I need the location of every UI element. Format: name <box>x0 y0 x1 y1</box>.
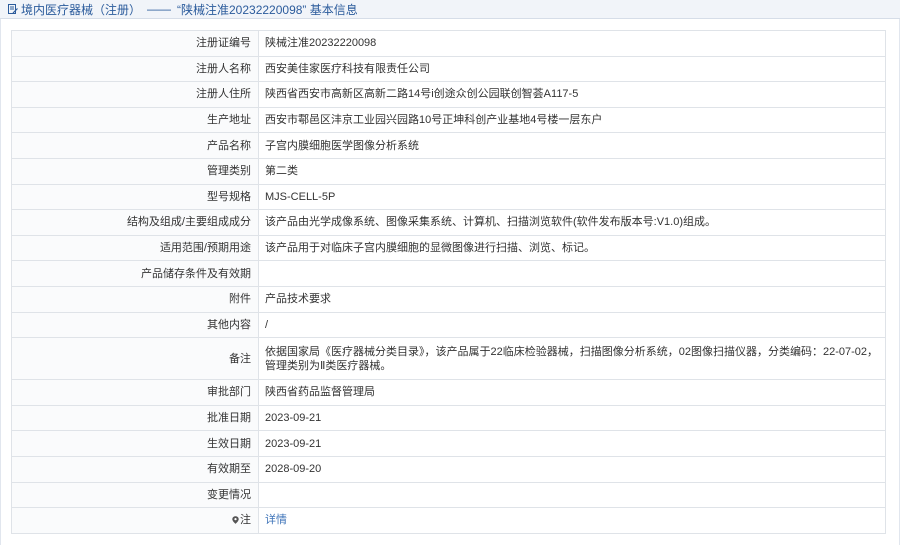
table-row: 生产地址 西安市鄠邑区沣京工业园兴园路10号正坤科创产业基地4号楼一层东户 <box>11 106 886 134</box>
row-label: 有效期至 <box>11 455 259 483</box>
table-row: 产品储存条件及有效期 <box>11 260 886 287</box>
row-label: 注 <box>240 514 251 527</box>
table-row: 注 详情 <box>11 507 886 534</box>
row-label: 备注 <box>11 337 259 381</box>
row-label: 附件 <box>11 285 259 313</box>
table-row: 审批部门 陕西省药品监督管理局 <box>11 379 886 406</box>
table-row: 注册证编号 陕械注准20232220098 <box>11 30 886 57</box>
row-value: 依据国家局《医疗器械分类目录》，该产品属于22临床检验器械，扫描图像分析系统，0… <box>258 337 886 381</box>
details-link[interactable]: 详情 <box>265 514 287 526</box>
table-row: 产品名称 子宫内膜细胞医学图像分析系统 <box>11 132 886 159</box>
row-value: 该产品由光学成像系统、图像采集系统、计算机、扫描浏览软件(软件发布版本号:V1.… <box>258 209 886 236</box>
info-table: 注册证编号 陕械注准20232220098 注册人名称 西安美佳家医疗科技有限责… <box>11 30 886 534</box>
detail-panel: 注册证编号 陕械注准20232220098 注册人名称 西安美佳家医疗科技有限责… <box>0 19 900 545</box>
row-label: 变更情况 <box>11 481 259 509</box>
table-row: 生效日期 2023-09-21 <box>11 430 886 457</box>
row-value: 第二类 <box>258 157 886 185</box>
header-title: “陕械注准20232220098” 基本信息 <box>177 2 358 17</box>
row-label: 注册人名称 <box>11 55 259 83</box>
page-header: 境内医疗器械（注册） —— “陕械注准20232220098” 基本信息 <box>0 0 900 19</box>
row-value: 陕西省药品监督管理局 <box>258 379 886 406</box>
row-value: 子宫内膜细胞医学图像分析系统 <box>258 132 886 159</box>
row-value: 产品技术要求 <box>258 285 886 313</box>
row-label: 生效日期 <box>11 430 259 457</box>
row-value <box>258 481 886 509</box>
row-label: 批准日期 <box>11 404 259 432</box>
row-value: / <box>258 311 886 339</box>
row-value: 陕西省西安市高新区高新二路14号i创途众创公园联创智荟A117-5 <box>258 81 886 108</box>
row-label: 型号规格 <box>11 183 259 211</box>
document-edit-icon <box>8 3 18 15</box>
row-label: 产品名称 <box>11 132 259 159</box>
row-label: 其他内容 <box>11 311 259 339</box>
row-value: 2023-09-21 <box>258 404 886 432</box>
row-label: 生产地址 <box>11 106 259 134</box>
table-row: 管理类别 第二类 <box>11 157 886 185</box>
note-label-cell: 注 <box>11 507 259 534</box>
table-row: 注册人名称 西安美佳家医疗科技有限责任公司 <box>11 55 886 83</box>
table-row: 有效期至 2028-09-20 <box>11 455 886 483</box>
table-row: 注册人住所 陕西省西安市高新区高新二路14号i创途众创公园联创智荟A117-5 <box>11 81 886 108</box>
header-category: 境内医疗器械（注册） <box>21 2 142 17</box>
row-value: 2028-09-20 <box>258 455 886 483</box>
row-label: 管理类别 <box>11 157 259 185</box>
row-value: 该产品用于对临床子宫内膜细胞的显微图像进行扫描、浏览、标记。 <box>258 234 886 262</box>
table-row: 变更情况 <box>11 481 886 509</box>
row-label: 适用范围/预期用途 <box>11 234 259 262</box>
table-row: 结构及组成/主要组成成分 该产品由光学成像系统、图像采集系统、计算机、扫描浏览软… <box>11 209 886 236</box>
row-value: 陕械注准20232220098 <box>258 30 886 57</box>
table-row: 适用范围/预期用途 该产品用于对临床子宫内膜细胞的显微图像进行扫描、浏览、标记。 <box>11 234 886 262</box>
map-pin-icon <box>232 514 239 525</box>
table-row: 型号规格 MJS-CELL-5P <box>11 183 886 211</box>
row-value: 2023-09-21 <box>258 430 886 457</box>
row-value <box>258 260 886 287</box>
row-label: 结构及组成/主要组成成分 <box>11 209 259 236</box>
row-label: 产品储存条件及有效期 <box>11 260 259 287</box>
row-label: 注册人住所 <box>11 81 259 108</box>
table-row: 批准日期 2023-09-21 <box>11 404 886 432</box>
table-row: 其他内容 / <box>11 311 886 339</box>
row-value: MJS-CELL-5P <box>258 183 886 211</box>
row-value: 西安市鄠邑区沣京工业园兴园路10号正坤科创产业基地4号楼一层东户 <box>258 106 886 134</box>
row-value: 西安美佳家医疗科技有限责任公司 <box>258 55 886 83</box>
row-value: 详情 <box>258 507 886 534</box>
table-row: 备注 依据国家局《医疗器械分类目录》，该产品属于22临床检验器械，扫描图像分析系… <box>11 337 886 381</box>
header-separator: —— <box>147 2 172 16</box>
row-label: 审批部门 <box>11 379 259 406</box>
row-label: 注册证编号 <box>11 30 259 57</box>
table-row: 附件 产品技术要求 <box>11 285 886 313</box>
